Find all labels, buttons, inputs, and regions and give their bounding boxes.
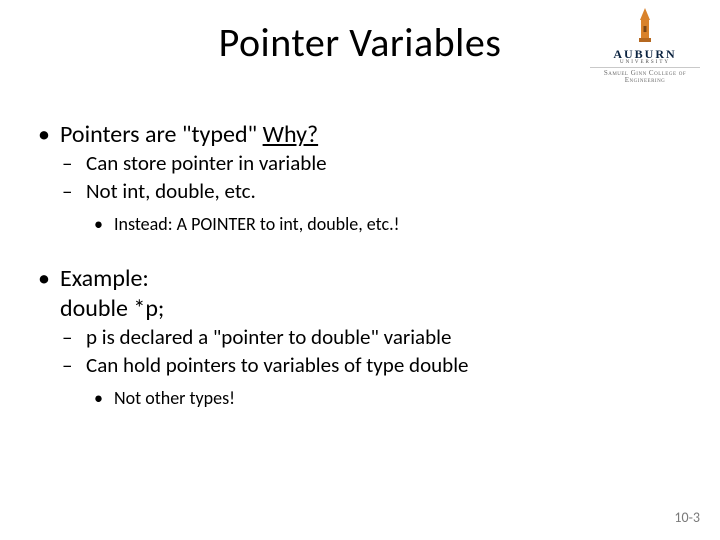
body-content: Pointers are "typed" Why? Can store poin… <box>38 110 680 414</box>
sub-bullet-can-hold: Can hold pointers to variables of type d… <box>62 353 680 379</box>
logo-text-college: Samuel Ginn College of Engineering <box>590 67 700 84</box>
auburn-logo: AUBURN UNIVERSITY Samuel Ginn College of… <box>590 8 700 84</box>
subsub-bullet-instead: Instead: A POINTER to int, double, etc.! <box>94 214 680 236</box>
sub-bullet-not-int: Not int, double, etc. <box>62 179 680 205</box>
tower-icon <box>634 8 656 42</box>
example-label: Example: <box>60 264 149 293</box>
logo-text-main: AUBURN <box>590 48 700 60</box>
bullet-pointers-typed: Pointers are "typed" Why? <box>38 120 680 149</box>
sub-bullet-store: Can store pointer in variable <box>62 151 680 177</box>
bullet-text: Pointers are "typed" <box>60 120 263 149</box>
logo-text-sub: UNIVERSITY <box>590 60 700 65</box>
slide: Pointer Variables AUBURN UNIVERSITY Samu… <box>0 0 720 540</box>
bullet-example: Example: double *p; <box>38 264 680 323</box>
why-link[interactable]: Why? <box>263 120 319 149</box>
subsub-bullet-not-other: Not other types! <box>94 388 680 410</box>
example-code: double *p; <box>60 294 164 323</box>
sub-bullet-declared: p is declared a "pointer to double" vari… <box>62 325 680 351</box>
slide-number: 10-3 <box>674 509 700 526</box>
